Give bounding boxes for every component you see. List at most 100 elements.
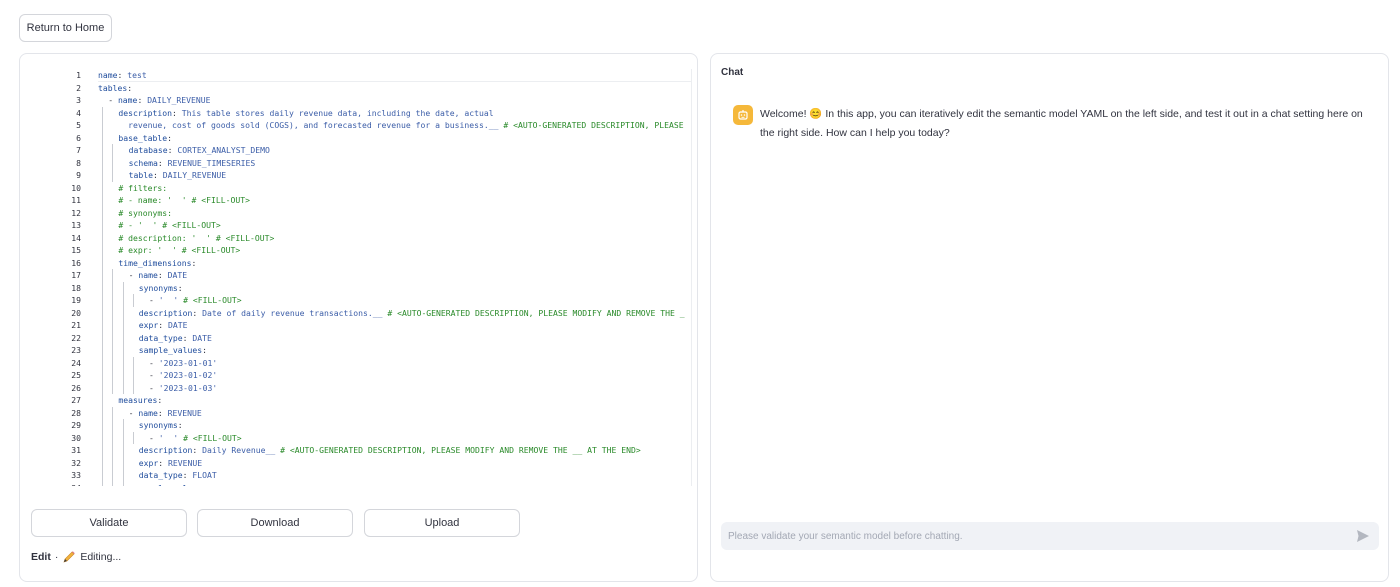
code-token: name	[138, 407, 158, 418]
line-number: 13	[71, 220, 81, 230]
code-token: revenue, cost of goods sold (COGS), and …	[118, 120, 504, 130]
indent-guide	[122, 356, 124, 369]
code-line: 32 expr: REVENUE	[39, 457, 692, 470]
indent-guide	[102, 219, 104, 232]
line-number: 10	[71, 182, 81, 193]
download-button[interactable]: Download	[197, 509, 353, 537]
indent-guide	[102, 419, 104, 432]
line-number: 17	[71, 270, 81, 280]
indent-guide	[112, 156, 114, 169]
code-text: description: Date of daily revenue trans…	[139, 307, 685, 320]
indent-guide	[122, 331, 124, 344]
line-number: 21	[71, 320, 81, 330]
indent-guide	[112, 369, 114, 382]
code-text: data_type: DATE	[139, 332, 212, 345]
indent-guide	[132, 381, 134, 394]
code-token: name	[98, 70, 118, 80]
indent-guide	[112, 281, 114, 294]
code-token: :	[167, 145, 178, 155]
code-token: :	[182, 332, 193, 343]
indent-guide	[102, 244, 104, 257]
indent-guide	[122, 469, 124, 482]
code-text: revenue, cost of goods sold (COGS), and …	[118, 119, 684, 132]
send-icon[interactable]	[1355, 528, 1371, 544]
indent-guide	[132, 369, 134, 382]
indent-guide	[102, 369, 104, 382]
code-line: 11 # - name: ' ' # <FILL-OUT>	[39, 194, 692, 207]
code-text: # expr: ' ' # <FILL-OUT>	[118, 244, 240, 257]
indent-guide	[112, 356, 114, 369]
code-token: data_type	[138, 470, 183, 480]
validate-button[interactable]: Validate	[31, 509, 187, 537]
indent-guide	[132, 431, 134, 444]
return-home-button[interactable]: Return to Home	[19, 14, 112, 42]
code-text: - name: DATE	[129, 269, 188, 282]
code-token: DATE	[192, 332, 212, 343]
code-token: :	[127, 82, 133, 93]
code-token: expr	[138, 457, 159, 468]
code-token: '2023-01-01'	[158, 357, 218, 368]
line-number: 30	[71, 432, 81, 443]
code-text: schema: REVENUE_TIMESERIES	[129, 157, 256, 170]
code-token: :	[202, 345, 208, 355]
code-token: description	[138, 307, 193, 318]
code-text: - ' ' # <FILL-OUT>	[149, 294, 242, 307]
line-number: 2	[76, 82, 81, 93]
indent-guide	[102, 344, 104, 357]
code-line: 27 measures:	[39, 394, 692, 407]
indent-guide	[132, 356, 134, 369]
code-line: 13 # - ' ' # <FILL-OUT>	[39, 219, 692, 232]
code-text: base_table:	[118, 132, 172, 145]
yaml-code-editor[interactable]: 1 name: test 2 tables: 3 - name: DAILY_REVENU…	[39, 68, 692, 486]
code-line: 25 - '2023-01-02'	[39, 369, 692, 382]
chat-panel: Chat Welcome! 😊 In this app, you can ite…	[710, 53, 1389, 582]
code-token: -	[128, 270, 139, 280]
code-token: :	[152, 170, 163, 180]
code-token: schema	[128, 157, 158, 168]
code-token: # synonyms:	[118, 207, 172, 218]
chat-title: Chat	[721, 67, 744, 78]
line-number: 20	[71, 307, 81, 318]
line-number: 12	[71, 207, 81, 218]
indent-guide	[122, 456, 124, 469]
indent-guide	[102, 156, 104, 169]
code-token: REVENUE_TIMESERIES	[167, 157, 256, 168]
assistant-avatar-icon	[733, 105, 753, 125]
code-token: '2023-01-02'	[158, 370, 218, 380]
code-token: This table stores daily revenue data, in…	[181, 107, 494, 118]
code-token: # <FILL-OUT>	[183, 295, 242, 305]
indent-guide	[102, 231, 104, 244]
code-line: 9 table: DAILY_REVENUE	[39, 169, 692, 182]
upload-button[interactable]: Upload	[364, 509, 520, 537]
code-line: 24 - '2023-01-01'	[39, 357, 692, 370]
code-line: 18 synonyms:	[39, 282, 692, 295]
code-text: table: DAILY_REVENUE	[129, 169, 226, 182]
chat-input[interactable]	[721, 530, 1355, 542]
indent-guide	[122, 381, 124, 394]
line-number: 8	[76, 157, 81, 168]
code-text: - '2023-01-02'	[149, 369, 217, 382]
indent-guide	[122, 306, 124, 319]
indent-guide	[132, 294, 134, 307]
code-token: -	[128, 407, 139, 418]
code-token: :	[157, 395, 163, 405]
code-line: 1 name: test	[39, 69, 692, 82]
code-token: :	[158, 320, 169, 330]
indent-guide	[102, 406, 104, 419]
line-number: 5	[76, 120, 81, 130]
code-token: -	[149, 357, 159, 368]
code-line: 28 - name: REVENUE	[39, 407, 692, 420]
code-token: :	[191, 257, 197, 268]
code-token: data_type	[138, 332, 183, 343]
code-text: # - ' ' # <FILL-OUT>	[118, 219, 220, 232]
code-token: sample_values	[138, 345, 203, 355]
indent-guide	[102, 181, 104, 194]
edit-status: Edit · Editing...	[31, 550, 121, 564]
code-line: 5 revenue, cost of goods sold (COGS), an…	[39, 119, 692, 132]
edit-mode-label: Edit	[31, 551, 51, 563]
code-line: 10 # filters:	[39, 182, 692, 195]
code-token: # expr: ' ' # <FILL-OUT>	[118, 245, 241, 255]
code-text: - '2023-01-01'	[149, 357, 217, 370]
code-line: 16 time_dimensions:	[39, 257, 692, 270]
code-text: data_type: FLOAT	[139, 469, 217, 482]
